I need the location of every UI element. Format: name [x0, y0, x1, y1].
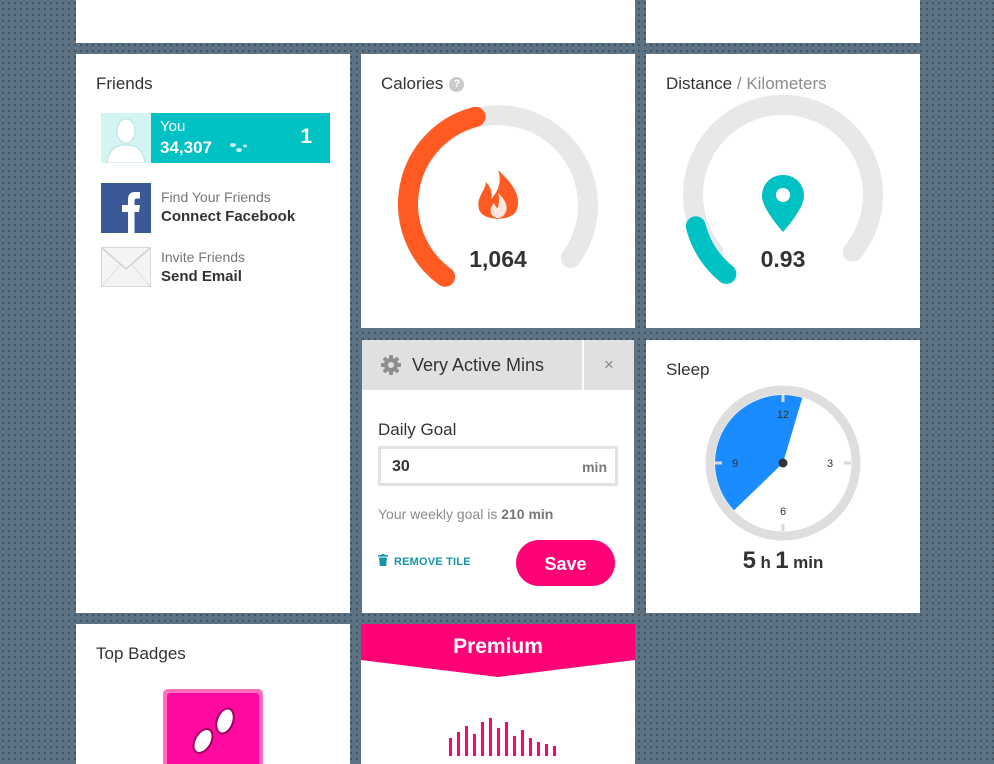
you-leaderboard-row[interactable]: You 34,307 1 [101, 113, 330, 163]
top-tile-left [76, 0, 635, 43]
remove-tile-button[interactable]: REMOVE TILE [378, 554, 471, 568]
heart-rate-bars-icon [449, 718, 556, 756]
premium-tile[interactable]: Premium [361, 624, 635, 764]
leaderboard-rank: 1 [300, 125, 312, 148]
invite-friends-label: Invite Friends [161, 249, 246, 265]
active-mins-tile: Very Active Mins × Daily Goal 30 min You… [362, 340, 634, 613]
map-pin-icon [762, 175, 804, 232]
remove-tile-label: REMOVE TILE [394, 556, 471, 568]
sleep-hours-unit: h [760, 553, 771, 572]
top-tile-right [646, 0, 920, 43]
weekly-goal-value: 210 min [501, 506, 554, 522]
save-button[interactable]: Save [516, 540, 615, 586]
connect-facebook-label: Connect Facebook [161, 208, 296, 225]
connect-facebook-link[interactable]: Find Your Friends Connect Facebook [101, 183, 331, 233]
close-icon[interactable]: × [584, 340, 634, 390]
flame-icon [478, 170, 519, 219]
gear-icon[interactable] [381, 355, 401, 375]
send-email-link[interactable]: Invite Friends Send Email [101, 243, 331, 293]
daily-goal-label: Daily Goal [378, 420, 457, 439]
distance-gauge [683, 94, 883, 284]
sleep-hours: 5 [742, 547, 756, 574]
daily-goal-unit: min [582, 459, 607, 475]
weekly-goal-text: Your weekly goal is 210 min [378, 506, 553, 522]
sleep-minutes: 1 [775, 547, 789, 574]
facebook-icon [101, 183, 151, 233]
calories-gauge [398, 105, 598, 287]
you-label: You [160, 118, 186, 135]
calories-tile[interactable]: Calories? 1,064 [361, 54, 635, 328]
friends-title: Friends [96, 74, 153, 93]
sleep-duration: 5 h 1 min [646, 547, 920, 575]
send-email-label: Send Email [161, 268, 242, 285]
active-mins-header: Very Active Mins [362, 340, 582, 390]
friends-tile: Friends You 34,307 1 Find Your Friends C… [76, 54, 350, 613]
distance-value: 0.93 [760, 246, 806, 272]
clock-label-6: 6 [780, 506, 786, 518]
calories-value: 1,064 [469, 246, 527, 272]
trash-icon [378, 554, 388, 566]
clock-label-12: 12 [777, 409, 789, 421]
you-steps-count: 34,307 [160, 138, 212, 157]
sleep-minutes-unit: min [793, 553, 824, 572]
sleep-clock: 12 3 6 9 [705, 385, 861, 541]
premium-label: Premium [453, 635, 543, 658]
distance-tile[interactable]: Distance / Kilometers 0.93 [646, 54, 920, 328]
user-silhouette-icon [101, 113, 151, 163]
top-badges-title: Top Badges [96, 644, 186, 663]
active-mins-title: Very Active Mins [412, 355, 545, 375]
avatar [101, 113, 151, 163]
footsteps-icon [230, 143, 247, 152]
footprints-badge-icon [163, 689, 263, 764]
find-friends-label: Find Your Friends [161, 189, 271, 205]
daily-goal-value: 30 [392, 458, 410, 475]
weekly-goal-prefix: Your weekly goal is [378, 506, 502, 522]
clock-label-9: 9 [732, 458, 738, 470]
sleep-tile[interactable]: Sleep 12 3 6 9 5 h 1 min [646, 340, 920, 613]
daily-goal-input[interactable]: 30 min [378, 446, 618, 486]
top-badges-tile[interactable]: Top Badges [76, 624, 350, 764]
clock-label-3: 3 [827, 458, 833, 470]
envelope-icon [101, 243, 151, 293]
